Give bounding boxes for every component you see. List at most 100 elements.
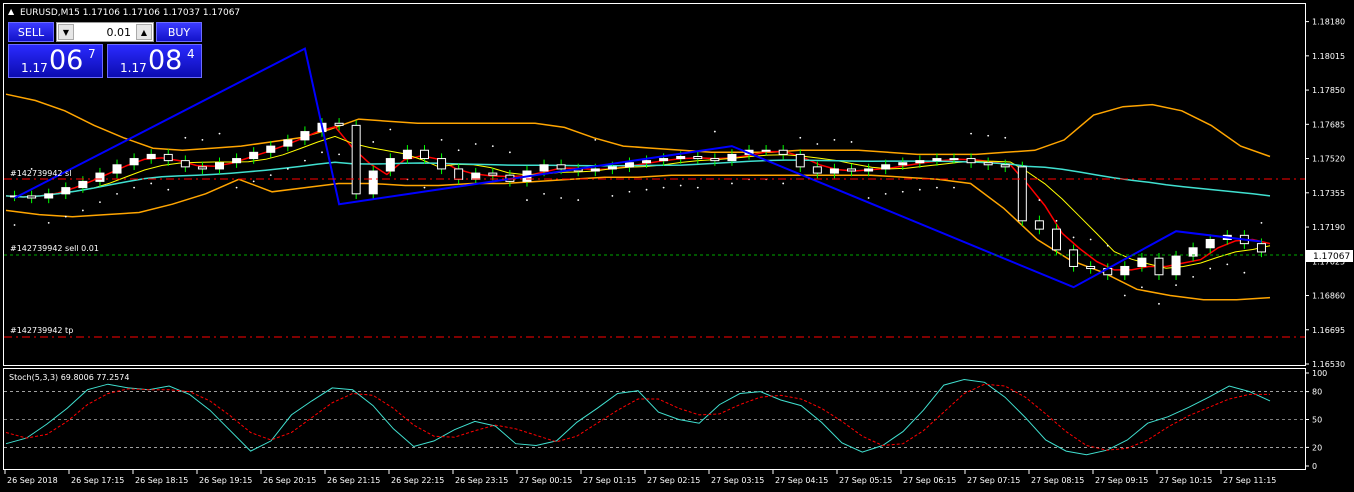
sar-dot xyxy=(953,186,955,189)
entry-label: #142739942 sell 0.01 xyxy=(10,244,99,253)
bull-candle xyxy=(471,172,481,180)
bull-candle xyxy=(78,180,88,189)
sar-dot xyxy=(884,192,887,195)
lot-increase-icon[interactable]: ▲ xyxy=(136,24,152,40)
price-chart[interactable]: ▲ EURUSD,M15 1.17106 1.17106 1.17037 1.1… xyxy=(0,0,1354,492)
buy-price-sup: 4 xyxy=(187,47,195,61)
sar-dot xyxy=(269,174,272,177)
bull-candle xyxy=(266,145,276,153)
sar-dot xyxy=(133,186,136,189)
time-tick-label: 26 Sep 20:15 xyxy=(263,476,316,485)
symbol-header-arrow-icon[interactable]: ▲ xyxy=(8,7,15,16)
bull-candle xyxy=(300,131,310,141)
one-click-trading-panel: SELL ▼ ▲ BUY 1.17 06 7 1.17 08 4 xyxy=(8,22,202,78)
bear-candle xyxy=(1086,265,1096,270)
buy-price-quote[interactable]: 1.17 08 4 xyxy=(107,44,202,78)
price-tick-label: 1.17850 xyxy=(1312,86,1345,95)
sar-dot xyxy=(936,186,938,189)
stoch-tick-label: 20 xyxy=(1312,443,1322,452)
bull-candle xyxy=(590,168,600,172)
buy-button[interactable]: BUY xyxy=(156,22,202,42)
bull-candle xyxy=(1171,255,1181,276)
sar-dot xyxy=(850,141,853,143)
price-axis: 1.18180 1.18015 1.17850 1.17685 1.17520 1.173… xyxy=(1305,18,1345,369)
stoch-tick-label: 80 xyxy=(1312,388,1322,397)
bull-candle xyxy=(864,168,874,172)
bull-candle xyxy=(1120,265,1130,276)
bull-candle xyxy=(727,153,737,162)
bear-candle xyxy=(847,168,857,172)
sar-dot xyxy=(1123,294,1126,297)
lot-size-field: ▼ ▲ xyxy=(56,22,154,42)
time-tick-label: 27 Sep 03:15 xyxy=(711,476,764,485)
bull-candle xyxy=(146,153,156,160)
bull-candle xyxy=(44,193,54,199)
stoch-axis: 100 80 50 20 0 xyxy=(1305,369,1327,471)
bull-candle xyxy=(112,164,122,174)
bull-candle xyxy=(898,162,908,166)
time-tick-label: 27 Sep 01:15 xyxy=(583,476,636,485)
time-tick-label: 27 Sep 08:15 xyxy=(1031,476,1084,485)
sar-dot xyxy=(987,134,990,137)
stoch-tick-label: 100 xyxy=(1312,369,1327,378)
sar-dot xyxy=(1106,244,1109,247)
bear-candle xyxy=(488,172,498,176)
sar-dot xyxy=(47,221,50,224)
sar-dot xyxy=(235,186,238,189)
bear-candle xyxy=(180,160,190,168)
sar-dot xyxy=(201,138,204,141)
bear-candle xyxy=(437,158,447,170)
stoch-subwindow-frame xyxy=(3,368,1306,470)
sar-dot xyxy=(1004,136,1007,139)
bull-candle xyxy=(368,170,378,195)
bull-candle xyxy=(283,139,293,147)
time-tick-label: 27 Sep 02:15 xyxy=(647,476,700,485)
sar-dot xyxy=(81,209,84,212)
buy-price-prefix: 1.17 xyxy=(120,61,147,75)
sell-button[interactable]: SELL xyxy=(8,22,54,42)
sar-dot xyxy=(1158,302,1160,305)
bear-candle xyxy=(983,162,993,166)
time-tick-label: 27 Sep 09:15 xyxy=(1095,476,1148,485)
bull-candle xyxy=(95,172,105,182)
sar-dot xyxy=(64,215,67,218)
bear-candle xyxy=(966,158,976,164)
sell-price-quote[interactable]: 1.17 06 7 xyxy=(8,44,103,78)
time-tick-label: 27 Sep 05:15 xyxy=(839,476,892,485)
sar-dot xyxy=(491,145,494,148)
bull-candle xyxy=(761,149,771,152)
sar-dot xyxy=(679,184,682,187)
sar-dot xyxy=(970,132,972,135)
sar-dot xyxy=(13,224,16,226)
price-tick-label: 1.18180 xyxy=(1312,18,1345,27)
bear-candle xyxy=(556,164,566,170)
bear-candle xyxy=(795,153,805,168)
sell-price-big: 06 xyxy=(49,45,84,76)
sar-dot xyxy=(833,138,836,141)
sar-dot xyxy=(1260,221,1263,224)
bull-candle xyxy=(232,158,242,164)
lot-size-input[interactable] xyxy=(75,24,131,40)
time-tick-label: 26 Sep 23:15 xyxy=(455,476,508,485)
sar-dot xyxy=(560,197,563,199)
sar-dot xyxy=(1055,219,1058,222)
stoch-tick-label: 0 xyxy=(1312,462,1317,471)
sar-dot xyxy=(1140,286,1143,289)
price-tick-label: 1.16530 xyxy=(1312,360,1345,369)
bull-candle xyxy=(949,158,959,161)
sar-dot xyxy=(338,153,340,156)
bull-candle xyxy=(676,155,686,160)
bear-candle xyxy=(1256,243,1266,253)
sar-dot xyxy=(731,182,733,185)
bear-candle xyxy=(27,195,37,199)
bull-candle xyxy=(881,164,891,170)
sar-dot xyxy=(218,132,221,135)
sar-dot xyxy=(918,188,921,191)
bear-candle xyxy=(778,149,788,155)
bear-candle xyxy=(812,166,822,174)
bull-candle xyxy=(539,164,549,172)
price-tick-label: 1.17685 xyxy=(1312,120,1345,129)
time-tick-label: 27 Sep 10:15 xyxy=(1159,476,1212,485)
lot-decrease-icon[interactable]: ▼ xyxy=(58,24,74,40)
stop-loss-label: #142739942 sl xyxy=(10,169,71,178)
